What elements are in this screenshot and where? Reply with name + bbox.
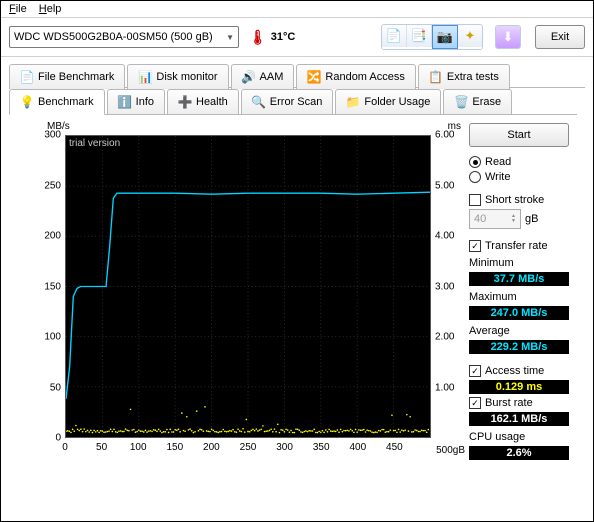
tab-icon: 💡 xyxy=(20,95,34,109)
tab-folder-usage[interactable]: 📁Folder Usage xyxy=(335,89,441,114)
chart-pane: MB/s ms trial version 500gB 300250200150… xyxy=(25,123,461,460)
exit-button[interactable]: Exit xyxy=(535,25,585,49)
x-axis-unit: 500gB xyxy=(436,445,465,456)
y2-tick: 4.00 xyxy=(435,231,461,242)
short-stroke-field: 40▲▼ gB xyxy=(469,209,569,229)
tab-icon: 📊 xyxy=(138,70,152,84)
tab-error-scan[interactable]: 🔍Error Scan xyxy=(241,89,334,114)
burst-rate-value: 162.1 MB/s xyxy=(469,412,569,426)
device-name: WDC WDS500G2B0A-00SM50 (500 gB) xyxy=(14,31,213,43)
toolbar: WDC WDS500G2B0A-00SM50 (500 gB) ▼ 🌡 31°C… xyxy=(1,18,593,57)
average-value: 229.2 MB/s xyxy=(469,340,569,354)
tab-extra-tests[interactable]: 📋Extra tests xyxy=(418,64,510,89)
tab-icon: 🗑️ xyxy=(454,95,468,109)
access-time-value: 0.129 ms xyxy=(469,380,569,394)
tab-benchmark[interactable]: 💡Benchmark xyxy=(9,89,105,115)
copy-icon[interactable]: 📄 xyxy=(382,25,407,47)
tab-row-1: 📄File Benchmark📊Disk monitor🔊AAM🔀Random … xyxy=(9,63,585,88)
y2-tick: 5.00 xyxy=(435,180,461,191)
menu-bar: File Help xyxy=(1,1,593,18)
cpu-usage-label: CPU usage xyxy=(469,431,569,443)
tab-disk-monitor[interactable]: 📊Disk monitor xyxy=(127,64,228,89)
y-tick: 0 xyxy=(31,433,61,444)
content-area: MB/s ms trial version 500gB 300250200150… xyxy=(17,114,577,468)
tab-icon: 📋 xyxy=(429,70,443,84)
y-tick: 50 xyxy=(31,382,61,393)
toolbar-button-group-2: ⬇ xyxy=(495,25,521,49)
maximum-value: 247.0 MB/s xyxy=(469,306,569,320)
tab-erase[interactable]: 🗑️Erase xyxy=(443,89,512,114)
tab-icon: 📄 xyxy=(20,70,34,84)
tab-icon: ➕ xyxy=(178,95,192,109)
tabs-container: 📄File Benchmark📊Disk monitor🔊AAM🔀Random … xyxy=(1,57,593,476)
cpu-usage-value: 2.6% xyxy=(469,446,569,460)
copy2-icon[interactable]: 📑 xyxy=(407,25,432,47)
tab-info[interactable]: ℹ️Info xyxy=(107,89,165,114)
menu-help[interactable]: Help xyxy=(39,3,62,15)
x-tick: 450 xyxy=(386,442,403,453)
y2-tick: 2.00 xyxy=(435,332,461,343)
access-time-check[interactable]: Access time xyxy=(469,365,569,377)
x-tick: 100 xyxy=(130,442,147,453)
menu-file[interactable]: File xyxy=(9,3,27,15)
side-panel: Start Read Write Short stroke 40▲▼ gB Tr… xyxy=(469,123,569,460)
x-tick: 400 xyxy=(349,442,366,453)
screenshot-icon[interactable]: 📷 xyxy=(432,25,458,49)
x-tick: 50 xyxy=(96,442,107,453)
device-select[interactable]: WDC WDS500G2B0A-00SM50 (500 gB) ▼ xyxy=(9,26,239,48)
read-radio[interactable]: Read xyxy=(469,156,569,168)
temperature-value: 31°C xyxy=(271,31,296,43)
thermometer-icon: 🌡 xyxy=(249,29,267,46)
y2-tick: 3.00 xyxy=(435,281,461,292)
temperature-display: 🌡 31°C xyxy=(249,29,295,46)
tab-health[interactable]: ➕Health xyxy=(167,89,239,114)
burst-rate-check[interactable]: Burst rate xyxy=(469,397,569,409)
y-tick: 200 xyxy=(31,231,61,242)
transfer-rate-check[interactable]: Transfer rate xyxy=(469,240,569,252)
tab-icon: 📁 xyxy=(346,95,360,109)
tab-icon: ℹ️ xyxy=(118,95,132,109)
x-tick: 350 xyxy=(313,442,330,453)
y2-tick: 1.00 xyxy=(435,382,461,393)
x-tick: 200 xyxy=(203,442,220,453)
chevron-down-icon: ▼ xyxy=(226,33,234,42)
x-tick: 150 xyxy=(166,442,183,453)
checkbox-icon xyxy=(469,240,481,252)
minimum-label: Minimum xyxy=(469,257,569,269)
tab-aam[interactable]: 🔊AAM xyxy=(231,64,295,89)
short-stroke-check[interactable]: Short stroke xyxy=(469,194,569,206)
tab-random-access[interactable]: 🔀Random Access xyxy=(296,64,415,89)
app-window: File Help WDC WDS500G2B0A-00SM50 (500 gB… xyxy=(0,0,594,522)
start-button[interactable]: Start xyxy=(469,123,569,147)
toolbar-button-group: 📄 📑 📷 ✦ xyxy=(381,24,483,50)
tab-icon: 🔍 xyxy=(252,95,266,109)
y-tick: 250 xyxy=(31,180,61,191)
tab-row-2: 💡Benchmarkℹ️Info➕Health🔍Error Scan📁Folde… xyxy=(9,87,585,114)
benchmark-chart: trial version xyxy=(65,135,431,438)
y-tick: 150 xyxy=(31,281,61,292)
chart-svg xyxy=(66,136,430,437)
radio-icon xyxy=(469,171,481,183)
x-tick: 300 xyxy=(276,442,293,453)
short-stroke-input[interactable]: 40▲▼ xyxy=(469,209,521,229)
spinner-icon[interactable]: ▲▼ xyxy=(511,214,516,224)
tab-icon: 🔊 xyxy=(242,70,256,84)
options-icon[interactable]: ✦ xyxy=(458,25,482,47)
checkbox-icon xyxy=(469,397,481,409)
write-radio[interactable]: Write xyxy=(469,171,569,183)
x-tick: 250 xyxy=(240,442,257,453)
maximum-label: Maximum xyxy=(469,291,569,303)
save-icon[interactable]: ⬇ xyxy=(496,26,520,48)
y2-tick: 6.00 xyxy=(435,130,461,141)
tab-file-benchmark[interactable]: 📄File Benchmark xyxy=(9,64,125,89)
y-tick: 100 xyxy=(31,332,61,343)
y-tick: 300 xyxy=(31,130,61,141)
radio-icon xyxy=(469,156,481,168)
checkbox-icon xyxy=(469,365,481,377)
checkbox-icon xyxy=(469,194,481,206)
average-label: Average xyxy=(469,325,569,337)
minimum-value: 37.7 MB/s xyxy=(469,272,569,286)
x-tick: 0 xyxy=(62,442,68,453)
tab-icon: 🔀 xyxy=(307,70,321,84)
